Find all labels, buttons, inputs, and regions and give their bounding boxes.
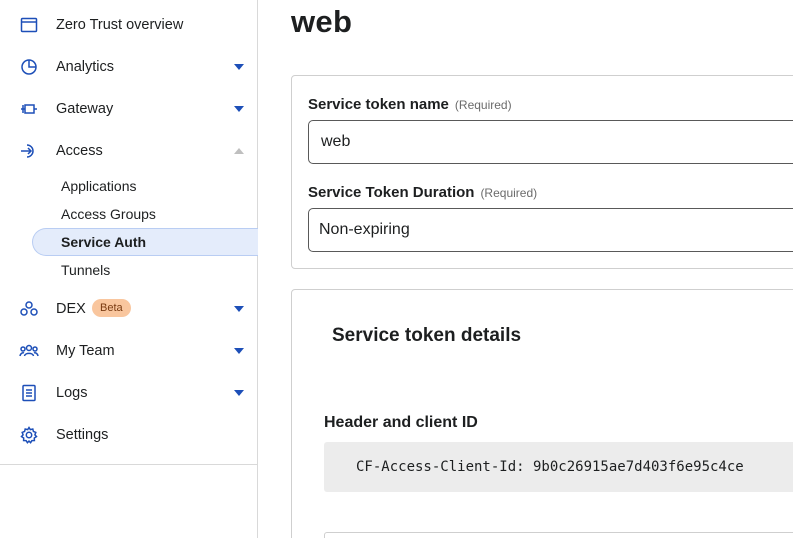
- team-icon: [19, 341, 39, 361]
- service-token-name-label: Service token name (Required): [308, 96, 512, 113]
- chevron-down-icon[interactable]: [234, 306, 244, 312]
- sidebar-item-dex[interactable]: DEX Beta: [0, 291, 258, 327]
- sidebar-item-label: DEX: [56, 301, 86, 317]
- browser-window-icon: [19, 15, 39, 35]
- sidebar-item-label: Analytics: [56, 59, 115, 75]
- sidebar-item-label: Gateway: [56, 101, 114, 117]
- chevron-up-icon[interactable]: [234, 148, 244, 154]
- sidebar-item-label: Logs: [56, 385, 88, 401]
- sidebar-subitem-service-auth[interactable]: Service Auth: [32, 228, 258, 256]
- sidebar-item-access[interactable]: Access: [0, 133, 258, 169]
- required-hint: (Required): [454, 98, 512, 112]
- input-value: web: [321, 133, 351, 150]
- chevron-down-icon[interactable]: [234, 64, 244, 70]
- gear-icon: [19, 425, 39, 445]
- sidebar-item-label: Zero Trust overview: [56, 17, 184, 33]
- page-title: web: [291, 4, 353, 39]
- sidebar-item-my-team[interactable]: My Team: [0, 333, 258, 369]
- sidebar-item-zero-trust-overview[interactable]: Zero Trust overview: [0, 7, 258, 43]
- sidebar-subitem-label: Applications: [61, 178, 137, 194]
- service-token-details-card: Service token details Header and client …: [291, 289, 793, 538]
- sidebar-item-logs[interactable]: Logs: [0, 375, 258, 411]
- service-token-name-input[interactable]: web: [308, 120, 793, 164]
- token-form-card: Service token name (Required) web Service…: [291, 75, 793, 269]
- sidebar-subitem-label: Service Auth: [61, 234, 147, 250]
- sidebar-item-settings[interactable]: Settings: [0, 417, 258, 453]
- beta-badge: Beta: [92, 299, 131, 317]
- sidebar-item-label: Access: [56, 143, 103, 159]
- client-id-code-block[interactable]: CF-Access-Client-Id: 9b0c26915ae7d403f6e…: [324, 442, 793, 492]
- field-label-text: Service Token Duration: [308, 184, 475, 201]
- logs-icon: [19, 383, 39, 403]
- dex-icon: [19, 299, 39, 319]
- chevron-down-icon[interactable]: [234, 348, 244, 354]
- service-token-duration-select[interactable]: Non-expiring: [308, 208, 793, 252]
- sidebar-subitem-applications[interactable]: Applications: [32, 172, 258, 200]
- access-icon: [19, 141, 39, 161]
- details-title: Service token details: [332, 325, 522, 346]
- chevron-down-icon[interactable]: [234, 390, 244, 396]
- sidebar-item-label: My Team: [56, 343, 115, 359]
- service-token-duration-label: Service Token Duration (Required): [308, 184, 537, 201]
- client-id-text: CF-Access-Client-Id: 9b0c26915ae7d403f6e…: [356, 459, 744, 475]
- sidebar-divider: [0, 464, 258, 465]
- pie-chart-icon: [19, 57, 39, 77]
- sidebar: Zero Trust overview Analytics Gateway Ac…: [0, 0, 258, 538]
- chevron-down-icon[interactable]: [234, 106, 244, 112]
- sidebar-item-analytics[interactable]: Analytics: [0, 49, 258, 85]
- gateway-icon: [19, 99, 39, 119]
- select-value: Non-expiring: [319, 221, 410, 238]
- sidebar-subitem-label: Access Groups: [61, 206, 156, 222]
- sidebar-subitem-access-groups[interactable]: Access Groups: [32, 200, 258, 228]
- field-label-text: Service token name: [308, 96, 449, 113]
- client-secret-code-block[interactable]: [324, 532, 793, 538]
- sidebar-subitem-tunnels[interactable]: Tunnels: [32, 256, 258, 284]
- sidebar-item-gateway[interactable]: Gateway: [0, 91, 258, 127]
- header-client-id-label: Header and client ID: [324, 414, 478, 431]
- required-hint: (Required): [480, 186, 538, 200]
- sidebar-item-label: Settings: [56, 427, 109, 443]
- sidebar-subitem-label: Tunnels: [61, 262, 111, 278]
